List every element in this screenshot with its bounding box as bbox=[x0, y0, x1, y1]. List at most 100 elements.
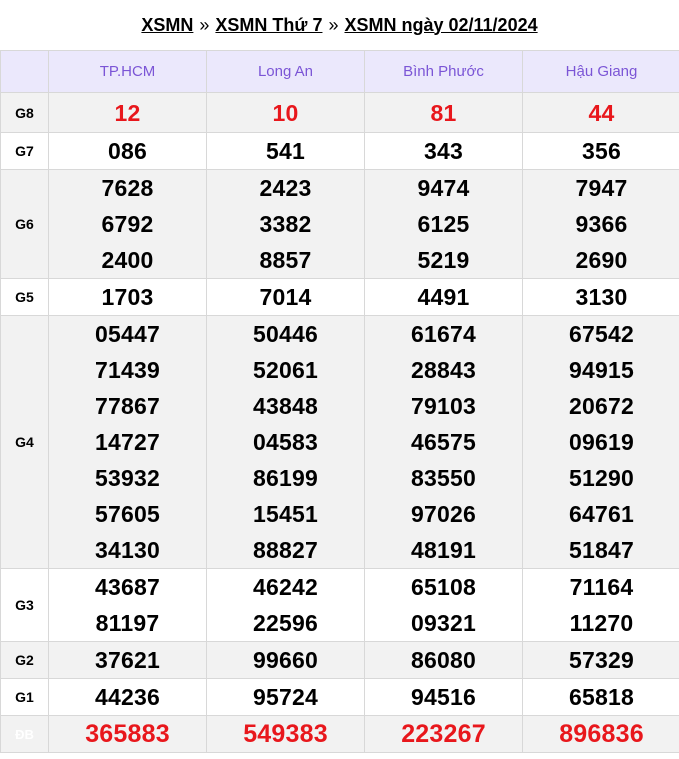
prize-cell: 343 bbox=[364, 132, 523, 170]
prize-number: 8857 bbox=[259, 247, 312, 273]
prize-label: G3 bbox=[0, 568, 49, 642]
prize-cell: 65108 09321 bbox=[364, 568, 523, 642]
province-header-row: TP.HCM Long An Bình Phước Hậu Giang bbox=[0, 50, 679, 93]
prize-number: 2423 bbox=[259, 175, 312, 201]
prize-number: 71164 bbox=[569, 574, 634, 600]
prize-cell: 94516 bbox=[364, 678, 523, 716]
prize-number: 223267 bbox=[401, 720, 486, 748]
prize-cell: 365883 bbox=[48, 715, 207, 753]
prize-number: 44236 bbox=[95, 684, 160, 710]
prize-body: G8 12 10 81 44 G7 086 541 343 356 G6 7628 6792 2400 24… bbox=[0, 92, 679, 753]
prize-number: 6125 bbox=[417, 211, 470, 237]
prize-number: 81 bbox=[430, 99, 457, 126]
breadcrumb-link-date[interactable]: XSMN ngày 02/11/2024 bbox=[344, 15, 537, 36]
prize-number: 48191 bbox=[411, 537, 476, 563]
prize-row: G3 43687 81197 46242 22596 65108 09321 71164 112… bbox=[0, 568, 679, 642]
prize-number: 95724 bbox=[253, 684, 318, 710]
prize-number: 1703 bbox=[101, 284, 154, 310]
prize-cell: 05447 71439 77867 14727 53932 57605 34130 bbox=[48, 315, 207, 569]
results-table: TP.HCM Long An Bình Phước Hậu Giang G8 12… bbox=[0, 50, 679, 753]
prize-number: 86080 bbox=[411, 647, 476, 673]
prize-number: 46242 bbox=[253, 574, 318, 600]
prize-label: G4 bbox=[0, 315, 49, 569]
prize-number: 7628 bbox=[101, 175, 154, 201]
prize-cell: 37621 bbox=[48, 641, 207, 679]
prize-cell: 4491 bbox=[364, 278, 523, 316]
prize-number: 7014 bbox=[259, 284, 312, 310]
prize-number: 2400 bbox=[101, 247, 154, 273]
prize-number: 09619 bbox=[569, 429, 634, 455]
prize-number: 43848 bbox=[253, 393, 318, 419]
prize-number: 2690 bbox=[575, 247, 628, 273]
prize-number: 15451 bbox=[253, 501, 318, 527]
prize-row: G7 086 541 343 356 bbox=[0, 132, 679, 170]
province-header: Long An bbox=[206, 50, 365, 93]
prize-number: 7947 bbox=[575, 175, 628, 201]
prize-number: 65818 bbox=[569, 684, 634, 710]
prize-cell: 3130 bbox=[522, 278, 679, 316]
prize-cell: 86080 bbox=[364, 641, 523, 679]
prize-number: 94516 bbox=[411, 684, 476, 710]
prize-number: 52061 bbox=[253, 357, 318, 383]
breadcrumb-separator: » bbox=[328, 14, 339, 35]
prize-number: 5219 bbox=[417, 247, 470, 273]
prize-number: 83550 bbox=[411, 465, 476, 491]
prize-number: 6792 bbox=[101, 211, 154, 237]
prize-row: G5 1703 7014 4491 3130 bbox=[0, 278, 679, 316]
prize-number: 51290 bbox=[569, 465, 634, 491]
prize-number: 37621 bbox=[95, 647, 160, 673]
prize-label: G1 bbox=[0, 678, 49, 716]
prize-cell: 71164 11270 bbox=[522, 568, 679, 642]
prize-number: 86199 bbox=[253, 465, 318, 491]
prize-cell: 9474 6125 5219 bbox=[364, 169, 523, 279]
prize-number: 50446 bbox=[253, 321, 318, 347]
prize-cell: 2423 3382 8857 bbox=[206, 169, 365, 279]
prize-number: 9474 bbox=[417, 175, 470, 201]
prize-number: 365883 bbox=[85, 720, 170, 748]
prize-cell: 57329 bbox=[522, 641, 679, 679]
prize-number: 12 bbox=[114, 99, 141, 126]
prize-number: 086 bbox=[108, 138, 147, 164]
prize-number: 65108 bbox=[411, 574, 476, 600]
prize-number: 356 bbox=[582, 138, 621, 164]
prize-number: 51847 bbox=[569, 537, 634, 563]
prize-row: ĐB 365883 549383 223267 896836 bbox=[0, 715, 679, 753]
breadcrumb-separator: » bbox=[199, 14, 210, 35]
corner-cell bbox=[0, 50, 49, 93]
prize-cell: 086 bbox=[48, 132, 207, 170]
prize-cell: 12 bbox=[48, 92, 207, 133]
prize-number: 3382 bbox=[259, 211, 312, 237]
prize-cell: 7947 9366 2690 bbox=[522, 169, 679, 279]
prize-number: 896836 bbox=[559, 720, 644, 748]
prize-cell: 223267 bbox=[364, 715, 523, 753]
prize-row: G1 44236 95724 94516 65818 bbox=[0, 678, 679, 716]
prize-number: 81197 bbox=[95, 610, 160, 636]
breadcrumb-link-xsmn[interactable]: XSMN bbox=[141, 15, 193, 36]
prize-number: 14727 bbox=[95, 429, 160, 455]
prize-cell: 61674 28843 79103 46575 83550 97026 48191 bbox=[364, 315, 523, 569]
province-header: TP.HCM bbox=[48, 50, 207, 93]
prize-cell: 95724 bbox=[206, 678, 365, 716]
prize-cell: 541 bbox=[206, 132, 365, 170]
prize-row: G6 7628 6792 2400 2423 3382 8857 9474 6125 5219 79… bbox=[0, 169, 679, 279]
breadcrumb-link-xsmn-thu-7[interactable]: XSMN Thứ 7 bbox=[215, 15, 322, 36]
breadcrumb: XSMN » XSMN Thứ 7 » XSMN ngày 02/11/2024 bbox=[0, 0, 679, 50]
prize-cell: 7014 bbox=[206, 278, 365, 316]
prize-number: 541 bbox=[266, 138, 305, 164]
prize-number: 4491 bbox=[417, 284, 470, 310]
province-header: Hậu Giang bbox=[522, 50, 679, 93]
prize-label: G5 bbox=[0, 278, 49, 316]
prize-number: 9366 bbox=[575, 211, 628, 237]
prize-row: G8 12 10 81 44 bbox=[0, 92, 679, 133]
prize-cell: 43687 81197 bbox=[48, 568, 207, 642]
prize-number: 20672 bbox=[569, 393, 634, 419]
prize-number: 22596 bbox=[253, 610, 318, 636]
prize-number: 43687 bbox=[95, 574, 160, 600]
province-header: Bình Phước bbox=[364, 50, 523, 93]
prize-number: 71439 bbox=[95, 357, 160, 383]
prize-cell: 896836 bbox=[522, 715, 679, 753]
prize-label: G6 bbox=[0, 169, 49, 279]
prize-number: 53932 bbox=[95, 465, 160, 491]
prize-cell: 50446 52061 43848 04583 86199 15451 88827 bbox=[206, 315, 365, 569]
prize-cell: 44236 bbox=[48, 678, 207, 716]
